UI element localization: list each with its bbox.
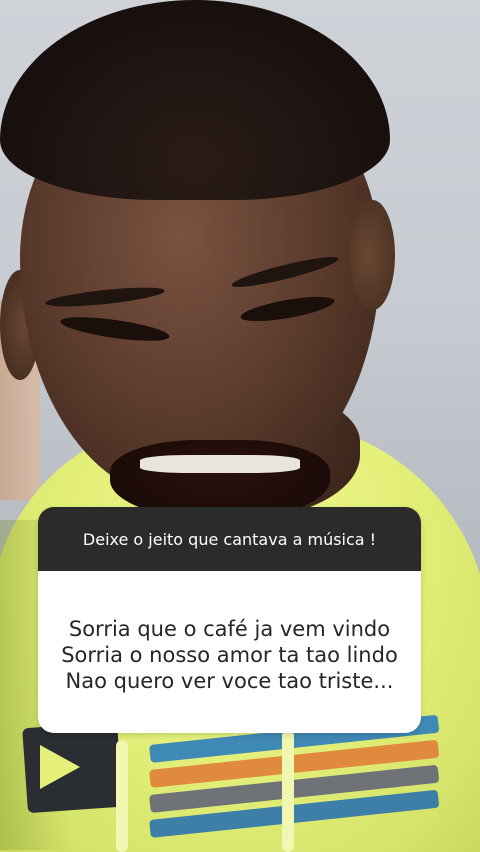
story-view[interactable]: Deixe o jeito que cantava a música ! Sor… xyxy=(0,0,480,852)
answer-line-1: Sorria que o café ja vem vindo xyxy=(68,617,391,641)
answer-body: Sorria que o café ja vem vindo Sorria o … xyxy=(38,571,421,733)
ear-right-shape xyxy=(350,200,395,310)
shirt-logo-triangle xyxy=(40,745,80,789)
teeth-shape xyxy=(140,455,300,473)
question-text: Deixe o jeito que cantava a música ! xyxy=(82,529,377,549)
answer-line-3: Nao quero ver voce tao triste... xyxy=(65,669,394,693)
drawstring-left xyxy=(116,740,128,852)
question-header: Deixe o jeito que cantava a música ! xyxy=(38,507,421,571)
drawstring-right xyxy=(282,730,294,852)
question-sticker[interactable]: Deixe o jeito que cantava a música ! Sor… xyxy=(38,507,421,733)
answer-line-2: Sorria o nosso amor ta tao lindo xyxy=(61,643,398,667)
